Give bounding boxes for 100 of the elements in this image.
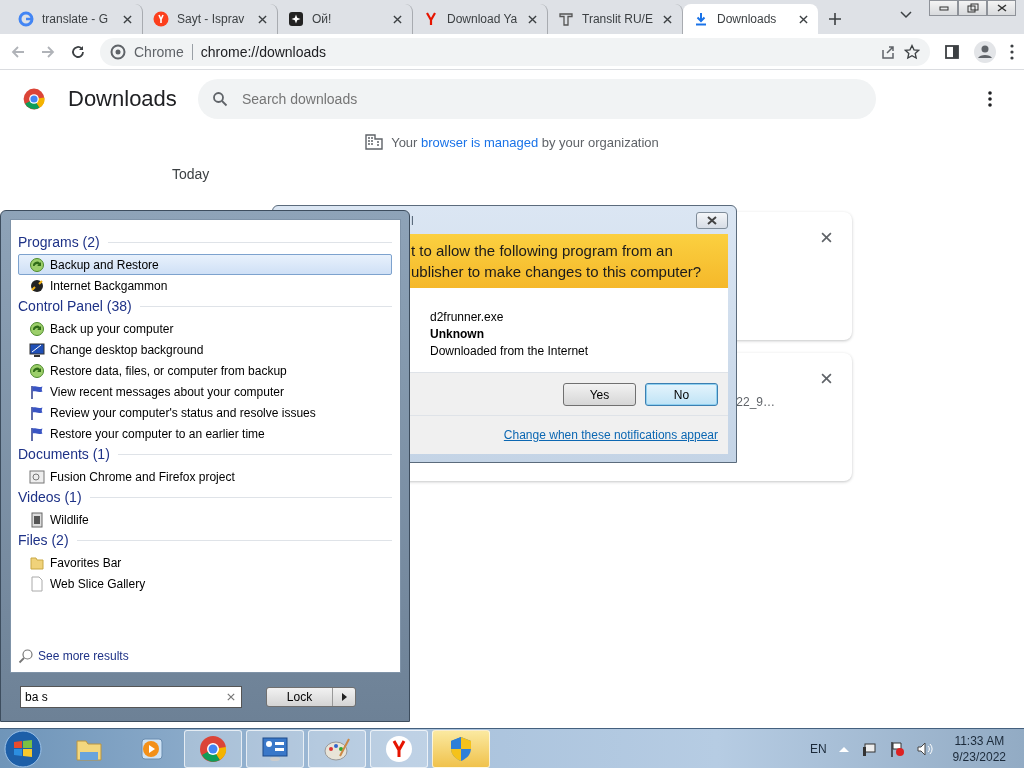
start-button[interactable] (4, 729, 42, 768)
program-name: d2frunner.exe (430, 310, 505, 324)
backup-icon (29, 362, 45, 379)
taskbar-button[interactable] (308, 729, 366, 768)
group-heading: Files (2) (18, 532, 69, 548)
remove-icon[interactable] (821, 232, 832, 243)
page-title: Downloads (68, 86, 178, 112)
search-result[interactable]: Review your computer's status and resolve issues (18, 402, 392, 423)
chrome-icon (198, 733, 228, 764)
download-icon (693, 11, 709, 27)
folder-icon (29, 554, 45, 571)
chrome-logo-icon (22, 87, 46, 111)
publisher-name: Unknown (430, 327, 485, 341)
chrome-icon (110, 43, 126, 60)
star-icon (288, 11, 304, 27)
more-icon[interactable] (988, 91, 992, 107)
flag-icon (29, 425, 45, 442)
language-indicator[interactable]: EN (809, 741, 827, 756)
close-icon[interactable] (258, 14, 267, 24)
close-icon[interactable] (799, 14, 808, 24)
chevron-icon[interactable] (900, 11, 912, 19)
file-icon (29, 575, 45, 592)
file-name[interactable]: 22_9… (736, 395, 775, 409)
close-icon[interactable] (393, 14, 402, 24)
menu-icon[interactable] (1010, 43, 1014, 60)
restore-icon (966, 3, 979, 13)
flag-icon (29, 404, 45, 421)
remove-icon[interactable] (821, 373, 832, 384)
search-result[interactable]: Restore your computer to an earlier time (18, 423, 392, 444)
search-result[interactable]: Restore data, files, or computer from backup (18, 360, 392, 381)
search-result[interactable]: Wildlife (18, 509, 392, 530)
profile-icon[interactable] (974, 40, 996, 63)
close-icon[interactable] (123, 14, 132, 24)
search-field[interactable]: Search downloads (198, 79, 876, 119)
file-origin: Downloaded from the Internet (430, 344, 590, 358)
see-more-link[interactable]: See more results (38, 649, 129, 663)
search-result[interactable]: Back up your computer (18, 318, 392, 339)
taskbar-button[interactable] (432, 729, 490, 768)
search-icon (18, 648, 34, 664)
address-bar[interactable]: Chrome chrome://downloads (100, 37, 930, 66)
restore-button[interactable] (958, 0, 987, 16)
search-result[interactable]: Favorites Bar (18, 552, 392, 573)
group-heading: Videos (1) (18, 489, 82, 505)
site-chip: Chrome (134, 43, 193, 60)
clear-icon[interactable] (227, 693, 235, 701)
close-icon (996, 4, 1007, 12)
start-search-field[interactable]: ba s (20, 686, 242, 708)
monitor-icon (29, 341, 45, 358)
plus-icon[interactable] (828, 12, 842, 26)
clock-date[interactable]: 9/23/2022 (952, 748, 1006, 765)
dialog-title: l (411, 212, 414, 228)
close-button[interactable] (987, 0, 1016, 16)
yandex-icon (384, 733, 414, 764)
document-icon (29, 468, 45, 485)
group-heading: Documents (1) (18, 446, 110, 462)
arrow-icon (341, 693, 347, 701)
flag-icon[interactable] (888, 740, 905, 757)
yandex-icon (423, 11, 439, 27)
film-icon (29, 511, 45, 528)
share-icon[interactable] (880, 43, 896, 60)
url-text: chrome://downloads (200, 43, 327, 60)
close-icon[interactable] (663, 14, 672, 24)
dialog-button[interactable]: No (645, 383, 718, 406)
date-heading: Today (172, 166, 211, 182)
search-result[interactable]: Backup and Restore (18, 254, 392, 275)
taskbar-button[interactable] (246, 729, 304, 768)
close-icon (706, 215, 718, 225)
yandex-icon (153, 11, 169, 27)
search-icon (212, 91, 228, 107)
side-panel-icon[interactable] (944, 43, 960, 60)
game-icon (29, 277, 45, 294)
close-button[interactable] (696, 211, 728, 229)
backup-icon (29, 256, 45, 273)
network-icon[interactable] (860, 740, 877, 757)
managed-link[interactable]: browser is managed (421, 134, 539, 150)
minimize-icon (938, 5, 949, 11)
settings-link[interactable]: Change when these notifications appear (503, 428, 718, 442)
taskbar-button[interactable] (370, 729, 428, 768)
dialog-question: ublisher to make changes to this computer? (411, 262, 702, 282)
clock-time[interactable]: 11:33 AM (954, 732, 1005, 749)
minimize-button[interactable] (929, 0, 958, 16)
search-result[interactable]: Internet Backgammon (18, 275, 392, 296)
search-result[interactable]: Change desktop background (18, 339, 392, 360)
dialog-question: t to allow the following program from an (411, 241, 673, 261)
search-result[interactable]: Web Slice Gallery (18, 573, 392, 594)
building-icon (365, 134, 384, 150)
search-result[interactable]: View recent messages about your computer (18, 381, 392, 402)
close-icon[interactable] (528, 14, 537, 24)
managed-notice: Your browser is managed by your organization (391, 134, 659, 150)
taskbar-button[interactable] (184, 729, 242, 768)
dialog-button[interactable]: Yes (563, 383, 636, 406)
star-icon[interactable] (904, 43, 920, 60)
t-letter-icon (558, 11, 574, 27)
speaker-icon[interactable] (916, 740, 933, 757)
reload-icon[interactable] (70, 43, 86, 60)
browser-tab[interactable]: Downloads (683, 4, 818, 34)
search-result[interactable]: Fusion Chrome and Firefox project (18, 466, 392, 487)
flag-icon (29, 383, 45, 400)
google-icon (18, 11, 34, 27)
group-heading: Control Panel (38) (18, 298, 132, 314)
